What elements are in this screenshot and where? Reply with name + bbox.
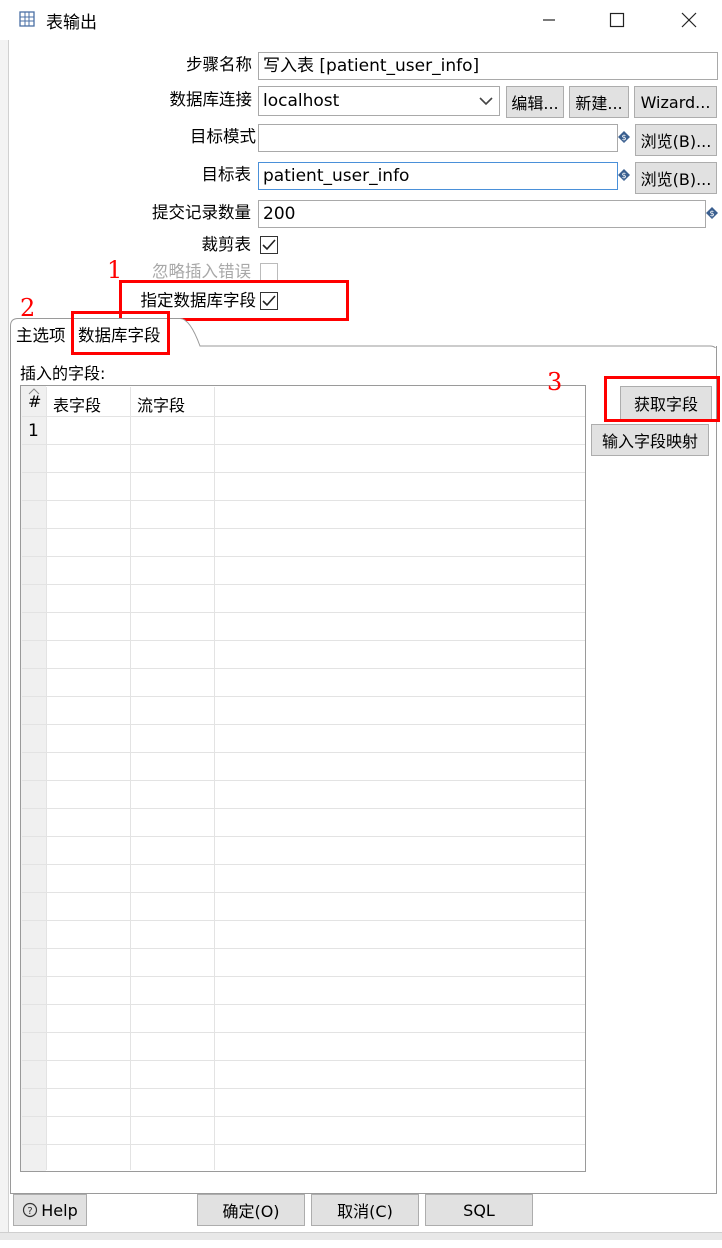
browse-table-button[interactable]: 浏览(B)... xyxy=(635,162,717,194)
variable-icon[interactable]: $ xyxy=(618,169,630,181)
background-window-edge xyxy=(0,0,9,1239)
target-table-input[interactable]: patient_user_info xyxy=(258,162,618,190)
grid-line xyxy=(22,612,585,613)
ok-button[interactable]: 确定(O) xyxy=(197,1194,305,1226)
variable-icon[interactable]: $ xyxy=(618,131,630,143)
column-header-stream-field[interactable]: 流字段 xyxy=(137,392,185,416)
target-schema-label: 目标模式 xyxy=(190,127,256,146)
new-connection-button[interactable]: 新建... xyxy=(569,86,629,118)
minimize-icon xyxy=(543,19,555,21)
step-name-input[interactable]: 写入表 [patient_user_info] xyxy=(258,52,718,80)
grid-line xyxy=(22,1060,585,1061)
close-icon xyxy=(681,12,697,28)
checkmark-icon xyxy=(262,239,276,251)
annotation-number-2: 2 xyxy=(20,294,36,322)
grid-line xyxy=(22,640,585,641)
wizard-button[interactable]: Wizard... xyxy=(634,86,717,118)
grid-line xyxy=(46,387,47,1170)
truncate-label: 裁剪表 xyxy=(201,235,252,254)
grid-line xyxy=(22,1144,585,1145)
grid-line xyxy=(22,1116,585,1117)
step-name-label: 步骤名称 xyxy=(186,55,252,74)
target-table-label: 目标表 xyxy=(201,165,252,184)
target-schema-input[interactable] xyxy=(258,124,618,152)
browse-schema-button[interactable]: 浏览(B)... xyxy=(635,124,717,156)
grid-line xyxy=(22,780,585,781)
svg-text:$: $ xyxy=(621,171,626,180)
inserted-fields-label: 插入的字段: xyxy=(20,364,106,383)
svg-text:$: $ xyxy=(709,209,714,218)
grid-line xyxy=(22,808,585,809)
db-connection-select[interactable]: localhost xyxy=(258,86,500,116)
table-output-icon xyxy=(19,11,35,27)
commit-size-label: 提交记录数量 xyxy=(152,203,251,222)
commit-size-input[interactable]: 200 xyxy=(258,200,706,228)
close-button[interactable] xyxy=(666,6,712,34)
minimize-button[interactable] xyxy=(526,6,572,34)
variable-icon[interactable]: $ xyxy=(706,207,718,219)
fields-table[interactable] xyxy=(20,385,586,1172)
ignore-errors-checkbox[interactable] xyxy=(260,263,278,281)
help-icon: ? xyxy=(23,1202,38,1218)
grid-line xyxy=(22,864,585,865)
grid-line xyxy=(22,444,585,445)
db-connection-label: 数据库连接 xyxy=(169,90,253,109)
grid-line xyxy=(22,696,585,697)
column-header-table-field[interactable]: 表字段 xyxy=(53,392,101,416)
grid-line xyxy=(22,668,585,669)
cancel-button[interactable]: 取消(C) xyxy=(311,1194,419,1226)
grid-line xyxy=(22,584,585,585)
annotation-box-3 xyxy=(604,376,720,422)
input-field-mapping-button[interactable]: 输入字段映射 xyxy=(591,424,709,456)
help-button-label: Help xyxy=(41,1200,78,1220)
grid-line xyxy=(22,752,585,753)
truncate-checkbox[interactable] xyxy=(260,236,278,254)
maximize-icon xyxy=(609,12,625,28)
grid-line xyxy=(22,1004,585,1005)
grid-line xyxy=(214,387,215,1170)
grid-line xyxy=(22,528,585,529)
row-header-column xyxy=(21,386,46,1171)
grid-line xyxy=(22,500,585,501)
column-header-index: # xyxy=(28,392,42,411)
row-index-1: 1 xyxy=(28,421,39,441)
grid-line xyxy=(22,948,585,949)
maximize-button[interactable] xyxy=(594,6,640,34)
grid-line xyxy=(130,387,131,1170)
svg-text:$: $ xyxy=(621,133,626,142)
grid-line xyxy=(22,976,585,977)
grid-line xyxy=(22,472,585,473)
window-title: 表输出 xyxy=(46,13,97,33)
chevron-down-icon[interactable] xyxy=(478,94,494,108)
edit-connection-button[interactable]: 编辑... xyxy=(506,86,564,118)
grid-line xyxy=(22,724,585,725)
grid-line xyxy=(22,920,585,921)
grid-line xyxy=(22,556,585,557)
grid-line xyxy=(22,1088,585,1089)
sql-button[interactable]: SQL xyxy=(425,1194,533,1226)
tab-main-options[interactable]: 主选项 xyxy=(16,322,66,346)
grid-line xyxy=(22,416,585,417)
grid-line xyxy=(22,892,585,893)
annotation-number-3: 3 xyxy=(547,368,563,396)
help-button[interactable]: ? Help xyxy=(13,1194,87,1226)
db-connection-value: localhost xyxy=(263,91,340,111)
grid-line xyxy=(22,1032,585,1033)
svg-text:?: ? xyxy=(28,1206,33,1217)
grid-line xyxy=(22,836,585,837)
